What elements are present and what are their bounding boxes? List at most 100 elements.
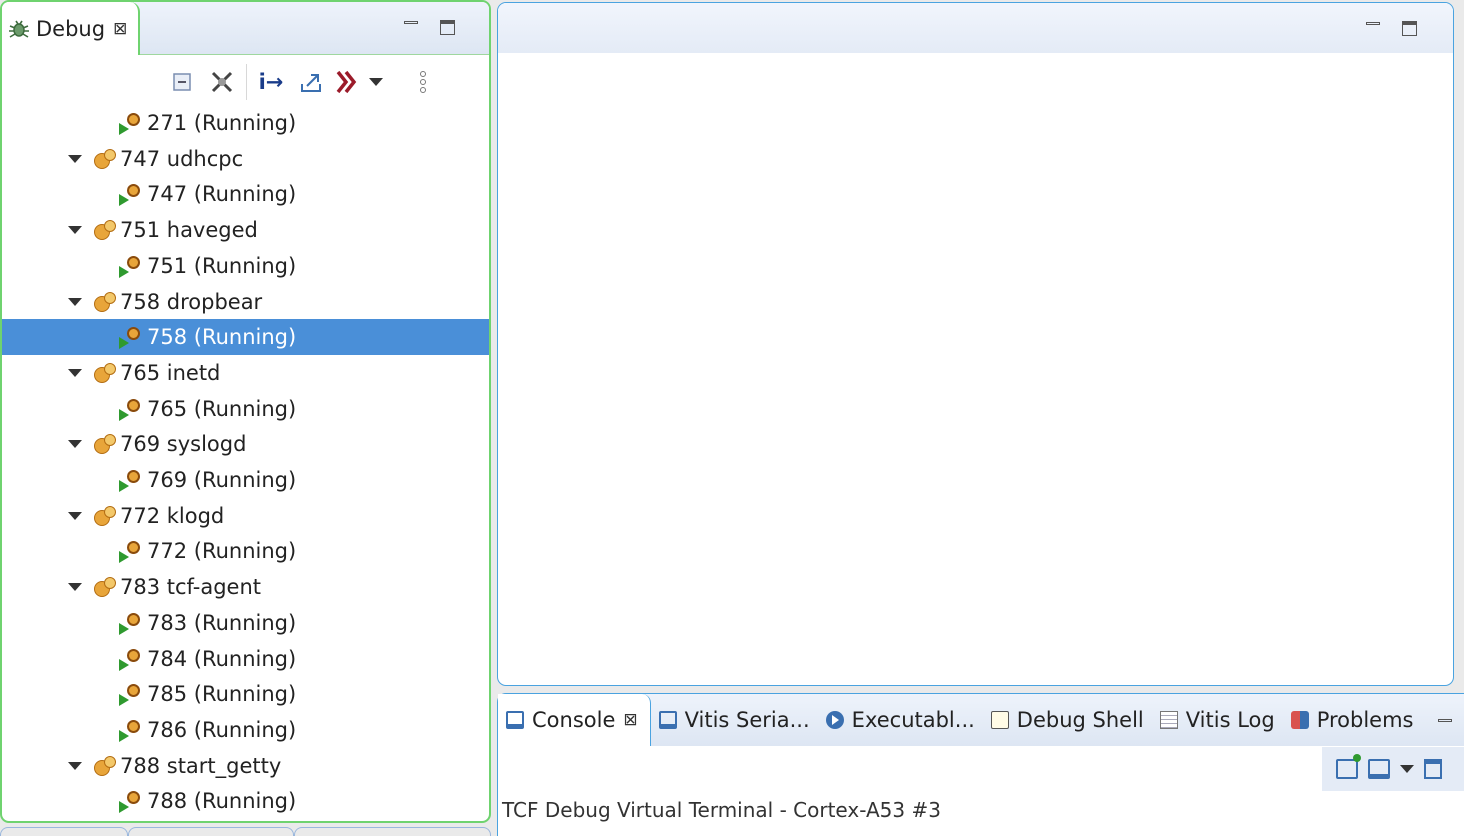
process-icon [92,147,118,171]
stacked-tab[interactable] [128,827,294,836]
maximize-icon[interactable] [440,20,455,35]
stacked-view-tabs [0,827,491,836]
tree-item-label: 747 (Running) [147,182,297,207]
tree-item-label: 772 klogd [120,503,225,528]
expand-toggle-icon[interactable] [68,368,82,377]
collapse-all-button[interactable] [162,64,202,100]
tree-item-label: 784 (Running) [147,646,297,671]
tree-item-label: 747 udhcpc [120,146,244,171]
expand-toggle-icon[interactable] [68,226,82,235]
tab-label: Console [532,708,616,732]
tab-label: Debug Shell [1016,708,1144,732]
console-icon [506,711,524,729]
expand-toggle-icon[interactable] [68,583,82,592]
toolbar-separator [246,64,247,100]
tree-item-label: 765 (Running) [147,396,297,421]
tree-item-label: 783 (Running) [147,610,297,635]
editor-area [497,2,1454,686]
tree-item-label: 772 (Running) [147,539,297,564]
close-icon[interactable]: ⊠ [113,19,127,39]
tree-item-process[interactable]: 783 tcf-agent [68,569,261,605]
debug-view: Debug ⊠ i→ 271 (Running) 747 udhcpc 747 … [0,0,491,823]
tree-item-process[interactable]: 788 start_getty [68,748,281,784]
chevron-down-icon[interactable] [1400,765,1414,773]
tree-item-thread[interactable]: 769 (Running) [119,462,296,498]
tab-label: Vitis Log [1185,708,1275,732]
stacked-tab[interactable] [0,827,128,836]
debug-toolbar: i→ [162,62,443,102]
tree-item-thread[interactable]: 783 (Running) [119,605,296,641]
debug-shell-icon [990,711,1009,729]
tree-item-process[interactable]: 772 klogd [68,498,224,534]
tree-item-thread[interactable]: 772 (Running) [119,533,296,569]
tree-item-thread[interactable]: 786 (Running) [119,712,296,748]
expand-toggle-icon[interactable] [68,511,82,520]
display-console-icon[interactable] [1368,759,1390,779]
tree-item-thread[interactable]: 758 (Running) [2,319,489,356]
tree-item-label: 788 start_getty [120,753,282,778]
open-console-icon[interactable] [1424,759,1442,779]
running-thread-icon [119,611,145,635]
export-button[interactable] [291,64,331,100]
close-icon[interactable]: ⊠ [623,710,637,730]
running-thread-icon [119,182,145,207]
tree-item-label: 788 (Running) [147,789,297,814]
collapse-all-icon [173,73,191,91]
minimize-icon[interactable] [1438,714,1452,728]
tree-item-thread[interactable]: 788 (Running) [119,783,296,819]
tab-problems[interactable]: Problems [1283,694,1422,746]
running-thread-icon [119,718,145,742]
tree-item-thread[interactable]: 747 (Running) [119,176,296,212]
tab-vitis-log[interactable]: Vitis Log [1152,694,1283,746]
tree-item-thread[interactable]: 784 (Running) [119,641,296,677]
expand-toggle-icon[interactable] [68,154,82,163]
tree-item-process[interactable]: 747 udhcpc [68,141,243,177]
tree-item-label: 786 (Running) [147,717,297,742]
process-icon [92,432,118,456]
tree-item-process[interactable]: 769 syslogd [68,426,246,462]
tree-item-process[interactable]: 751 haveged [68,212,258,248]
maximize-icon[interactable] [1402,21,1417,36]
remove-terminated-button[interactable] [202,64,242,100]
console-toolbar [1322,747,1464,791]
tab-debug-shell[interactable]: Debug Shell [983,694,1152,746]
debug-bug-icon [9,20,29,38]
tree-item-process[interactable]: 765 inetd [68,355,220,391]
expand-toggle-icon[interactable] [68,440,82,449]
tab-vitis-seria[interactable]: Vitis Seria... [651,694,818,746]
process-icon [92,290,118,314]
process-icon [92,575,118,599]
pin-console-icon[interactable] [1336,754,1361,779]
tree-item-label: 271 (Running) [147,111,297,135]
tree-item-label: 783 tcf-agent [120,575,262,600]
tree-item-label: 769 (Running) [147,468,297,492]
debug-view-tabbar: Debug ⊠ [2,2,489,55]
tree-item-label: 765 inetd [120,360,221,385]
tab-label: Vitis Seria... [684,708,810,732]
view-menu-button[interactable] [403,64,443,100]
running-thread-icon [119,468,145,492]
tab-debug[interactable]: Debug ⊠ [2,2,140,55]
console-view: Console ⊠ Vitis Seria... Executabl... Debug … [497,693,1464,836]
minimize-icon[interactable] [1366,17,1380,31]
tab-executabl[interactable]: Executabl... [818,694,983,746]
tree-item-thread[interactable]: 271 (Running) [119,105,296,141]
expand-toggle-icon[interactable] [68,297,82,306]
tree-item-thread[interactable]: 765 (Running) [119,391,296,427]
stacked-tab[interactable] [294,827,491,836]
xilinx-menu-button[interactable] [331,64,387,100]
instruction-stepping-button[interactable]: i→ [251,64,291,100]
running-thread-icon [119,539,145,564]
tree-item-process[interactable]: 758 dropbear [68,284,262,320]
chevron-down-icon[interactable] [369,78,383,86]
running-thread-icon [119,254,145,278]
tab-console[interactable]: Console ⊠ [498,694,651,746]
tree-item-thread[interactable]: 785 (Running) [119,676,296,712]
minimize-icon[interactable] [404,16,418,30]
tab-label: Problems [1316,708,1414,732]
remove-all-terminated-icon [211,71,233,93]
tree-item-thread[interactable]: 751 (Running) [119,248,296,284]
expand-toggle-icon[interactable] [68,761,82,770]
tab-label: Executabl... [851,708,975,732]
running-thread-icon [119,789,145,814]
